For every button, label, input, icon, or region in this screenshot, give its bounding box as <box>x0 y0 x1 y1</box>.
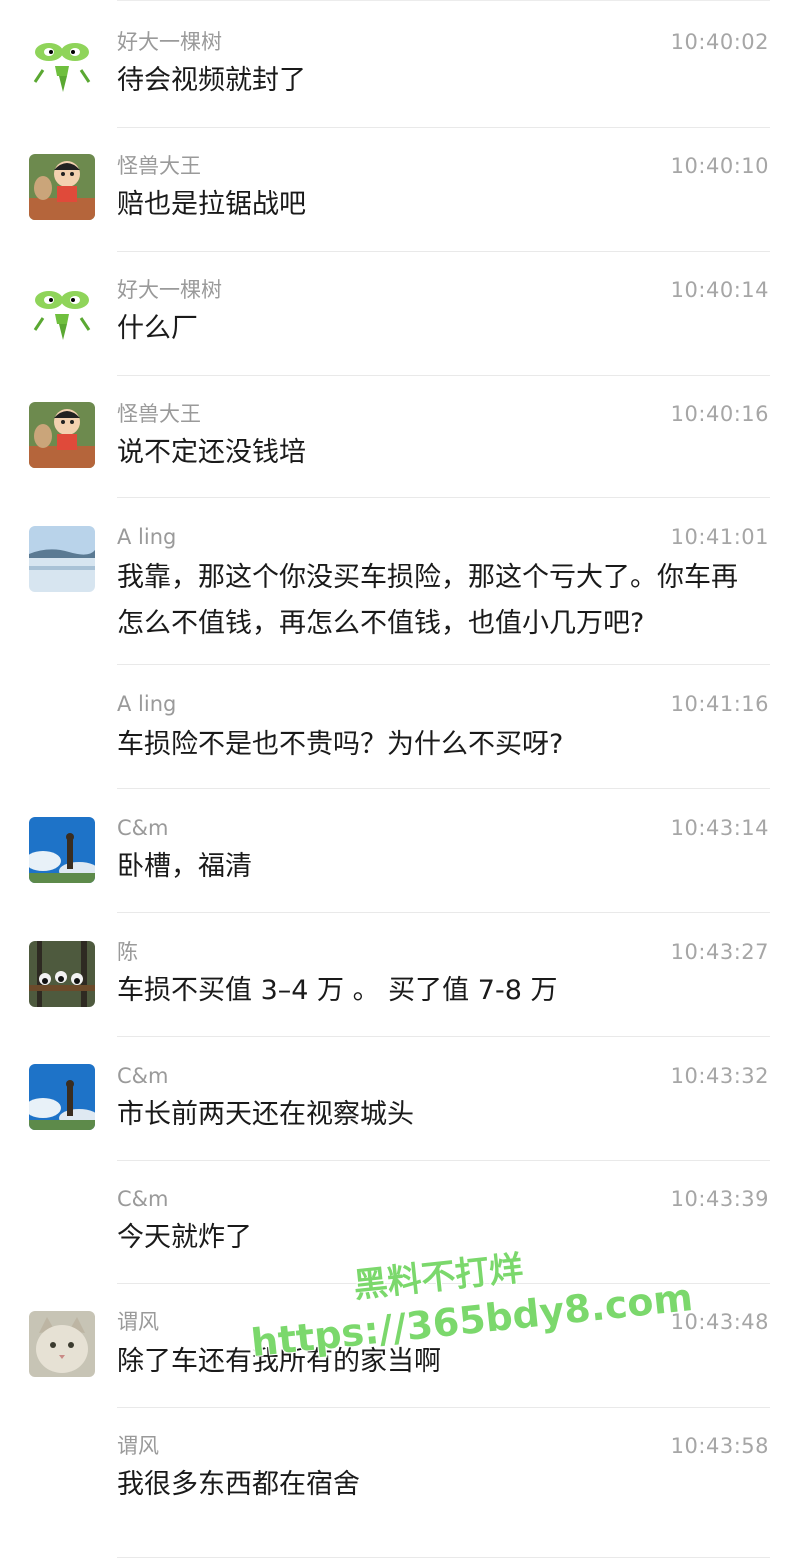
mantis-avatar[interactable] <box>29 30 95 96</box>
message-time: 10:43:48 <box>670 1310 769 1334</box>
message-time: 10:40:10 <box>670 154 769 178</box>
sender-name: A ling <box>117 692 177 716</box>
sender-name: 好大一棵树 <box>117 278 222 302</box>
cartoon-boy-avatar[interactable] <box>29 402 95 468</box>
cartoon-boy-avatar[interactable] <box>29 154 95 220</box>
sender-name: C&m <box>117 816 169 840</box>
message-divider <box>117 664 770 665</box>
message-time: 10:43:58 <box>670 1434 769 1458</box>
cat-avatar[interactable] <box>29 1311 95 1377</box>
message-divider <box>117 1407 770 1408</box>
message-time: 10:40:16 <box>670 402 769 426</box>
message-text: 说不定还没钱培 <box>117 437 306 468</box>
message-divider <box>117 251 770 252</box>
message-divider <box>117 1036 770 1037</box>
message-time: 10:43:14 <box>670 816 769 840</box>
sender-name: 怪兽大王 <box>117 154 201 178</box>
message-time: 10:40:14 <box>670 278 769 302</box>
message-divider <box>117 497 770 498</box>
sender-name: 怪兽大王 <box>117 402 201 426</box>
message-time: 10:41:16 <box>670 692 769 716</box>
message-divider <box>117 1160 770 1161</box>
message-text: 我很多东西都在宿舍 <box>117 1469 360 1500</box>
message-text: 车损险不是也不贵吗？为什么不买呀? <box>117 729 564 760</box>
message-time: 10:43:39 <box>670 1187 769 1211</box>
message-time: 10:40:02 <box>670 30 769 54</box>
message-text: 待会视频就封了 <box>117 65 306 96</box>
sender-name: C&m <box>117 1064 169 1088</box>
message-time: 10:43:27 <box>670 940 769 964</box>
message-text: 赔也是拉锯战吧 <box>117 189 306 220</box>
message-text: 我靠，那这个你没买车损险，那这个亏大了。你车再怎么不值钱，再怎么不值钱，也值小几… <box>117 562 738 639</box>
message-divider <box>117 1283 770 1284</box>
message-divider <box>117 375 770 376</box>
message-text: 车损不买值 3–4 万 。 买了值 7-8 万 <box>117 975 558 1006</box>
message-text: 卧槽，福清 <box>117 851 252 882</box>
panda-avatar[interactable] <box>29 941 95 1007</box>
sky-avatar[interactable] <box>29 817 95 883</box>
message-time: 10:41:01 <box>670 525 769 549</box>
message-text: 什么厂 <box>117 313 198 344</box>
message-divider <box>117 912 770 913</box>
message-text: 今天就炸了 <box>117 1222 252 1253</box>
sender-name: C&m <box>117 1187 169 1211</box>
sky-avatar[interactable] <box>29 1064 95 1130</box>
message-text: 除了车还有我所有的家当啊 <box>117 1346 441 1377</box>
top-divider <box>117 0 770 1</box>
lake-avatar[interactable] <box>29 526 95 592</box>
sender-name: 谓风 <box>117 1434 159 1458</box>
message-divider <box>117 788 770 789</box>
message-time: 10:43:32 <box>670 1064 769 1088</box>
sender-name: 谓风 <box>117 1310 159 1334</box>
message-divider <box>117 127 770 128</box>
sender-name: A ling <box>117 525 177 549</box>
message-text: 市长前两天还在视察城头 <box>117 1099 414 1130</box>
sender-name: 陈 <box>117 940 138 964</box>
sender-name: 好大一棵树 <box>117 30 222 54</box>
mantis-avatar[interactable] <box>29 278 95 344</box>
